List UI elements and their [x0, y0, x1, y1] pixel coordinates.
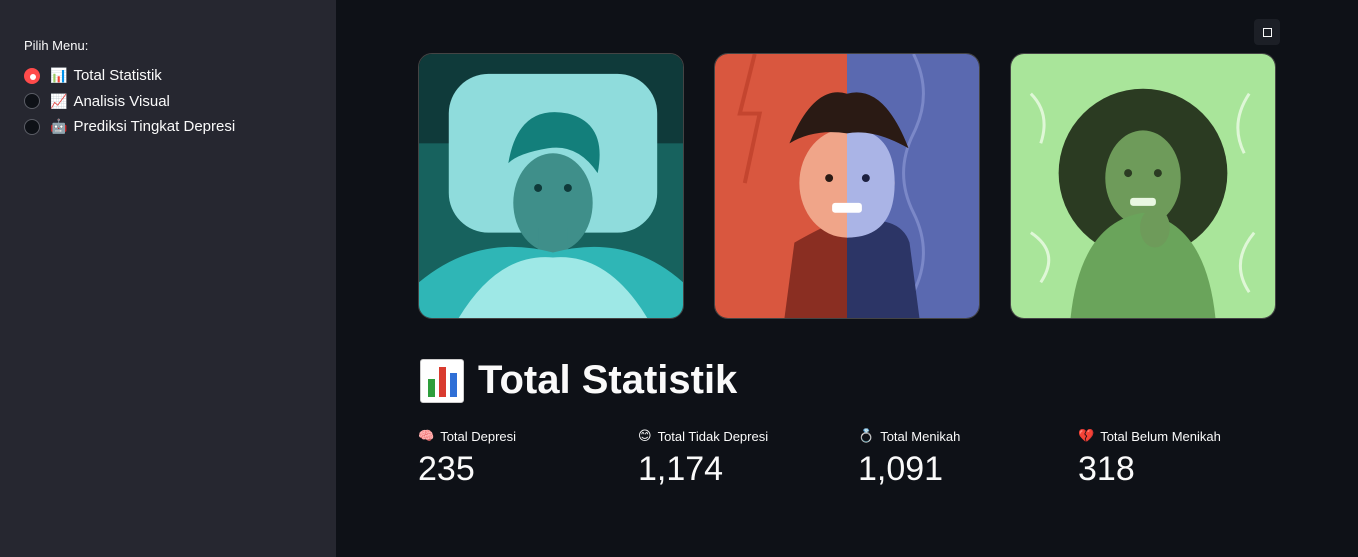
- brain-icon: 🧠: [418, 428, 435, 443]
- main-content: Total Statistik 🧠 Total Depresi 235 😊 To…: [336, 0, 1358, 557]
- ring-icon: 💍: [858, 428, 875, 443]
- menu-label: Pilih Menu:: [24, 38, 89, 53]
- metric-label: 💍 Total Menikah: [858, 428, 960, 444]
- sidebar: Pilih Menu: 📊 Total Statistik 📈 Analisis…: [0, 0, 336, 557]
- radio-option-analisis-visual[interactable]: 📈 Analisis Visual: [24, 89, 312, 115]
- metric-value: 1,174: [638, 450, 724, 488]
- metric-label-text: Total Belum Menikah: [1100, 428, 1221, 444]
- radio-option-prediksi[interactable]: 🤖 Prediksi Tingkat Depresi: [24, 114, 312, 140]
- menu-radio-group: 📊 Total Statistik 📈 Analisis Visual 🤖 Pr…: [24, 63, 312, 140]
- smile-icon: 😊: [638, 428, 652, 443]
- insomnia-svg: [419, 54, 683, 318]
- metric-label: 🧠 Total Depresi: [418, 428, 516, 444]
- mood-swing-svg: [715, 54, 979, 318]
- radio-button-checked[interactable]: [24, 67, 40, 84]
- app: Pilih Menu: 📊 Total Statistik 📈 Analisis…: [0, 0, 1358, 557]
- line-chart-icon: 📈: [50, 92, 68, 109]
- fullscreen-button[interactable]: [1254, 19, 1280, 45]
- metric-value: 235: [418, 450, 475, 488]
- broken-heart-icon: 💔: [1078, 428, 1095, 443]
- robot-icon: 🤖: [50, 118, 68, 135]
- bar-chart-icon: 📊: [50, 67, 68, 84]
- radio-label: Total Statistik: [73, 67, 162, 85]
- mood-swing-illustration: [714, 53, 980, 319]
- page-title: Total Statistik: [420, 358, 737, 403]
- metric-label-text: Total Menikah: [880, 428, 961, 444]
- radio-label: Prediksi Tingkat Depresi: [73, 118, 236, 136]
- metric-value: 318: [1078, 450, 1135, 488]
- metric-total-belum-menikah: 💔 Total Belum Menikah 318: [1078, 428, 1221, 489]
- radio-button[interactable]: [24, 93, 40, 110]
- insomnia-illustration: [418, 53, 684, 319]
- fullscreen-icon: [1262, 27, 1272, 37]
- anxiety-illustration: [1010, 53, 1276, 319]
- metric-total-tidak-depresi: 😊 Total Tidak Depresi 1,174: [638, 428, 768, 489]
- metric-label-text: Total Depresi: [440, 428, 517, 444]
- metric-label-text: Total Tidak Depresi: [657, 428, 769, 444]
- metric-label: 💔 Total Belum Menikah: [1078, 428, 1221, 444]
- bar-chart-icon: [420, 358, 464, 403]
- anxiety-svg: [1011, 54, 1275, 318]
- radio-button[interactable]: [24, 118, 40, 135]
- metric-label: 😊 Total Tidak Depresi: [638, 428, 768, 444]
- metric-value: 1,091: [858, 450, 944, 488]
- metric-total-depresi: 🧠 Total Depresi 235: [418, 428, 516, 489]
- metric-total-menikah: 💍 Total Menikah 1,091: [858, 428, 960, 489]
- radio-label: Analisis Visual: [73, 92, 170, 110]
- radio-option-total-statistik[interactable]: 📊 Total Statistik: [24, 63, 312, 89]
- page-title-text: Total Statistik: [478, 358, 738, 402]
